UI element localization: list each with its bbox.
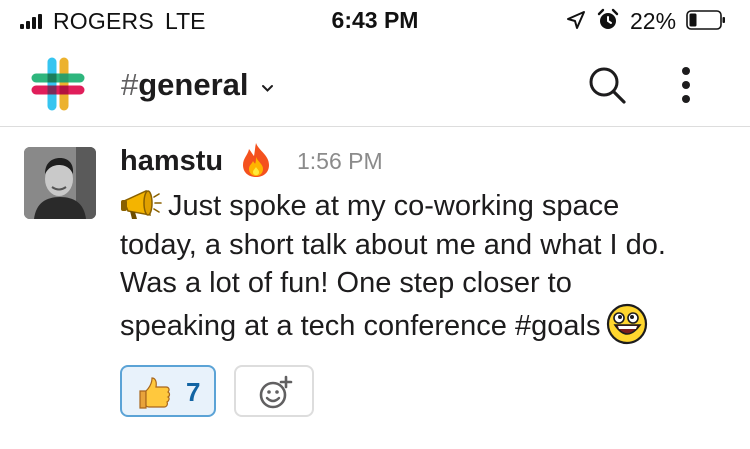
megaphone-icon — [121, 189, 162, 219]
chevron-down-icon[interactable] — [261, 84, 274, 93]
message-text: Just spoke at my co-working space — [168, 190, 620, 222]
avatar[interactable] — [24, 147, 96, 219]
channel-name: general — [138, 67, 249, 102]
message-line: Was a lot of fun! One step closer to — [120, 267, 572, 299]
message-body: Just spoke at my co-working space today,… — [120, 187, 740, 345]
message-line: Just spoke at my co-working space — [120, 187, 740, 226]
reaction-count: 7 — [186, 377, 201, 407]
channel-header: #general — [0, 40, 750, 127]
awesome-face-icon — [607, 303, 648, 344]
status-bar: ROGERS LTE 6:43 PM 22% — [0, 0, 750, 40]
battery-icon — [686, 10, 725, 30]
location-arrow-icon — [567, 11, 585, 29]
search-icon[interactable] — [586, 64, 628, 106]
battery-percent: 22% — [630, 8, 677, 34]
message-timestamp: 1:56 PM — [297, 148, 383, 174]
message[interactable]: hamstu 1:56 PM Just spoke at my co-worki… — [0, 127, 750, 449]
channel-title[interactable]: #general — [121, 67, 249, 103]
reaction-thumbs-up[interactable]: 7 — [120, 365, 216, 417]
message-author[interactable]: hamstu — [120, 145, 223, 178]
channel-hash: # — [121, 67, 139, 102]
alarm-clock-icon — [597, 8, 619, 29]
add-emoji-icon — [259, 375, 293, 409]
message-line: speaking at a tech conference #goals — [120, 303, 740, 346]
add-reaction-button[interactable] — [234, 365, 314, 417]
message-line: today, a short talk about me and what I … — [120, 228, 666, 261]
message-text: speaking at a tech conference #goals — [120, 309, 601, 342]
slack-logo[interactable] — [30, 56, 86, 112]
more-vertical-icon[interactable] — [680, 66, 692, 104]
thumbs-up-icon — [139, 377, 171, 409]
fire-icon — [243, 143, 269, 177]
